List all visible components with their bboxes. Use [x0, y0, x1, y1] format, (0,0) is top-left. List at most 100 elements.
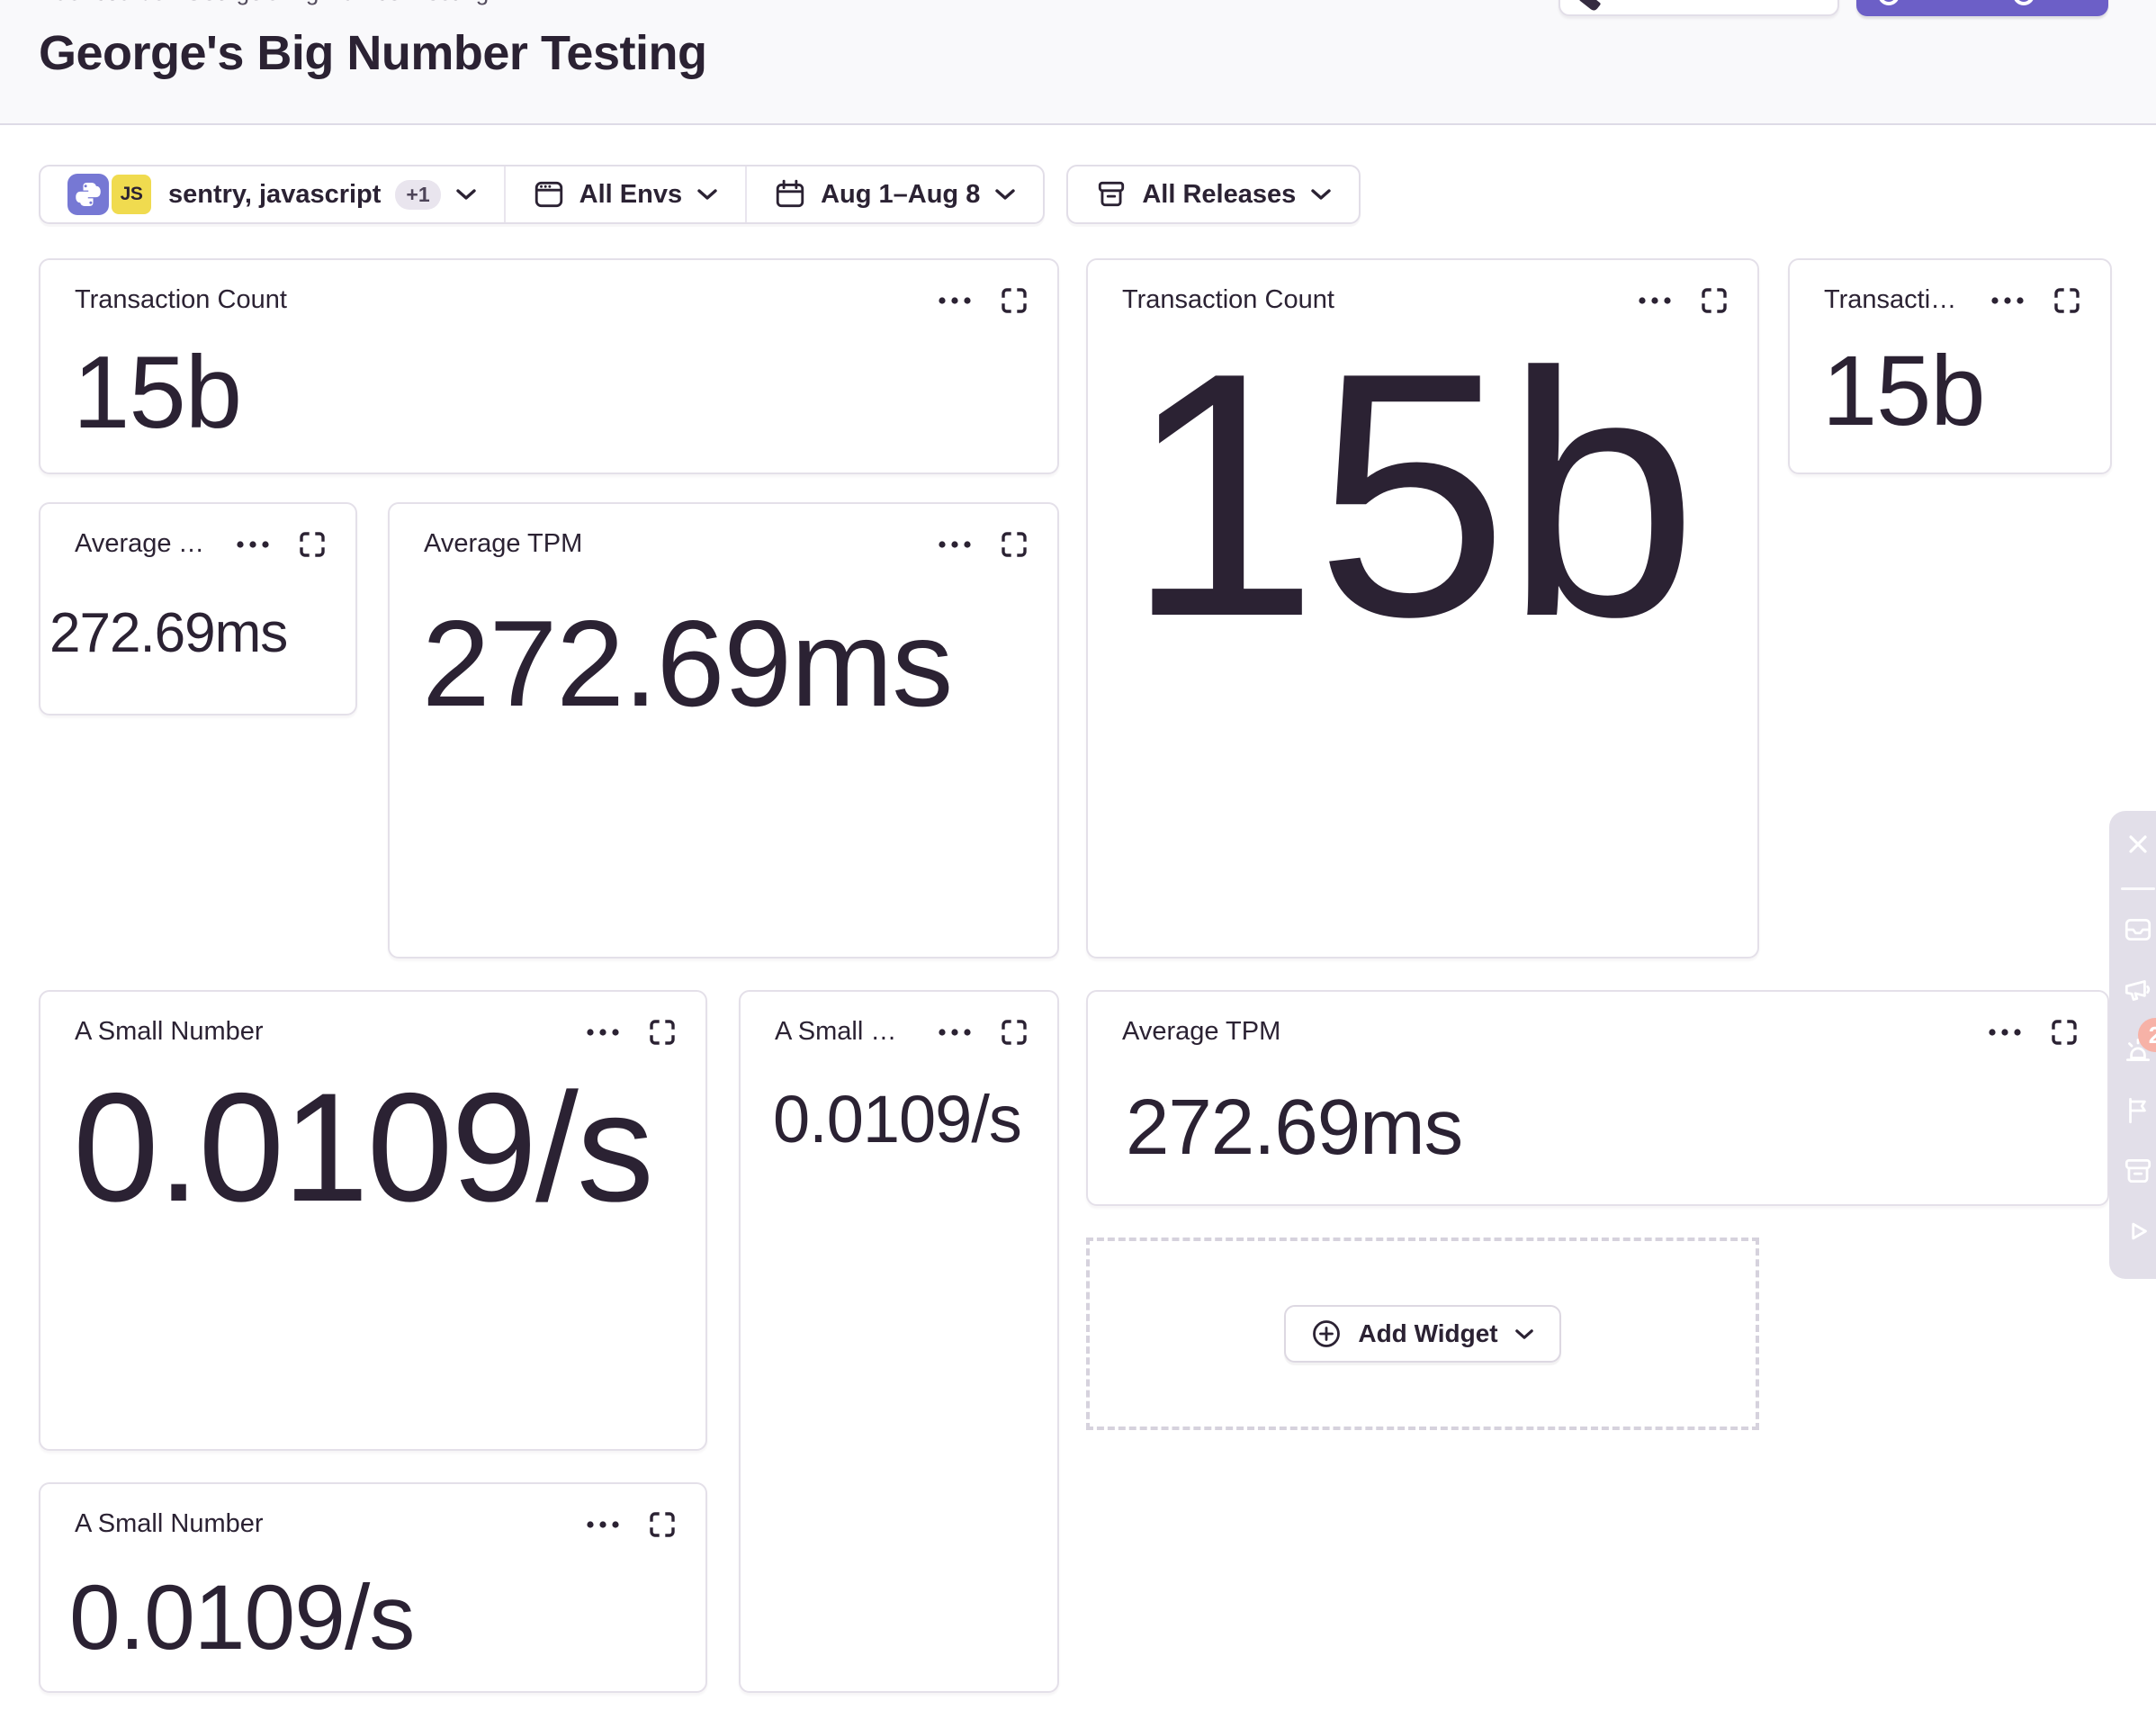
ellipsis-icon	[585, 1028, 621, 1037]
feedback-button[interactable]	[2122, 1094, 2154, 1127]
widget-average-tpm: Average TPM 272.69ms	[388, 502, 1059, 958]
flag-icon	[2122, 1094, 2154, 1127]
expand-icon	[1000, 530, 1029, 559]
expand-icon	[2050, 1018, 2079, 1047]
widget-value: 0.0109/s	[40, 1070, 705, 1225]
play-icon	[2122, 1215, 2154, 1247]
button-glyph-icon	[1878, 0, 1900, 5]
environment-filter[interactable]: All Envs	[504, 166, 745, 222]
widget-small-number-tall: A Small Number 0.0109/s	[739, 990, 1059, 1693]
release-filter[interactable]: All Releases	[1066, 165, 1361, 224]
close-button[interactable]	[2123, 829, 2153, 860]
widget-title: Transaction Count	[75, 285, 912, 315]
releases-box-icon	[2122, 1155, 2154, 1187]
widget-title: A Small Number	[75, 1509, 560, 1539]
widget-value: 15b	[1790, 342, 2110, 441]
widget-expand-button[interactable]	[648, 1510, 677, 1539]
alerts-button[interactable]: 2	[2122, 1034, 2154, 1066]
widget-expand-button[interactable]	[1000, 286, 1029, 315]
filter-group: JS sentry, javascript +1 All Envs Aug 1–…	[39, 165, 1045, 224]
chevron-down-icon	[1514, 1328, 1534, 1340]
ellipsis-icon	[937, 540, 973, 549]
widget-expand-button[interactable]	[2050, 1018, 2079, 1047]
chevron-down-icon	[696, 188, 718, 201]
releases-button[interactable]	[2122, 1155, 2154, 1187]
expand-icon	[298, 530, 327, 559]
widget-expand-button[interactable]	[1000, 1018, 1029, 1047]
inbox-icon	[2122, 914, 2154, 946]
filter-bar: JS sentry, javascript +1 All Envs Aug 1–…	[39, 165, 1361, 224]
button-glyph-icon	[2013, 0, 2035, 5]
widget-expand-button[interactable]	[2053, 286, 2081, 315]
javascript-icon-label: JS	[121, 184, 143, 205]
expand-icon	[1000, 286, 1029, 315]
widget-value: 272.69ms	[40, 606, 355, 662]
walkthrough-button[interactable]	[2122, 1215, 2154, 1247]
expand-icon	[2053, 286, 2081, 315]
window-icon	[533, 178, 565, 211]
widget-header: Average TPM	[1088, 992, 2107, 1047]
project-overflow-badge: +1	[395, 180, 440, 210]
date-range-filter-label: Aug 1–Aug 8	[821, 180, 980, 210]
chevron-down-icon	[455, 188, 477, 201]
widget-expand-button[interactable]	[1700, 286, 1729, 315]
close-icon	[2123, 829, 2153, 860]
widget-title: Average TPM	[75, 529, 210, 559]
widget-small-number-bottom: A Small Number 0.0109/s	[39, 1482, 707, 1693]
floating-help-sidebar: 2	[2109, 811, 2156, 1279]
widget-menu-button[interactable]	[937, 1028, 973, 1037]
project-filter-label: sentry, javascript	[168, 180, 381, 210]
breadcrumb: Dashboards / George's Big Number Testing	[39, 0, 489, 6]
widget-expand-button[interactable]	[298, 530, 327, 559]
top-button-secondary[interactable]	[1559, 0, 1839, 16]
widget-value: 15b	[1088, 321, 1757, 669]
widget-menu-button[interactable]	[235, 540, 271, 549]
widget-value: 272.69ms	[390, 602, 1057, 724]
ellipsis-icon	[235, 540, 271, 549]
widget-menu-button[interactable]	[585, 1028, 621, 1037]
widget-menu-button[interactable]	[1987, 1028, 2023, 1037]
widget-menu-button[interactable]	[1990, 296, 2026, 305]
whats-new-button[interactable]	[2122, 974, 2154, 1006]
ellipsis-icon	[585, 1520, 621, 1529]
ellipsis-icon	[1990, 296, 2026, 305]
add-widget-button[interactable]: Add Widget	[1284, 1305, 1560, 1363]
widget-expand-button[interactable]	[1000, 530, 1029, 559]
widget-menu-button[interactable]	[585, 1520, 621, 1529]
release-filter-label: All Releases	[1142, 180, 1296, 210]
widget-menu-button[interactable]	[937, 296, 973, 305]
javascript-icon: JS	[109, 172, 154, 217]
widget-header: Average TPM	[390, 504, 1057, 559]
add-widget-label: Add Widget	[1358, 1319, 1497, 1348]
pencil-icon	[1579, 0, 1602, 13]
widget-menu-button[interactable]	[937, 540, 973, 549]
widget-transaction-count-wide: Transaction Count 15b	[39, 258, 1059, 474]
date-range-filter[interactable]: Aug 1–Aug 8	[745, 166, 1043, 222]
widget-title: A Small Number	[775, 1017, 912, 1047]
widget-small-number: A Small Number 0.0109/s	[39, 990, 707, 1451]
ellipsis-icon	[937, 296, 973, 305]
add-widget-dropzone: Add Widget	[1086, 1238, 1759, 1430]
ellipsis-icon	[937, 1028, 973, 1037]
top-button-primary[interactable]	[1856, 0, 2108, 16]
inbox-button[interactable]	[2122, 914, 2154, 946]
widget-transaction-count-compact: Transaction Count 15b	[1788, 258, 2112, 474]
widget-expand-button[interactable]	[648, 1018, 677, 1047]
dashboard-page: Dashboards / George's Big Number Testing…	[0, 0, 2156, 1728]
widget-value: 0.0109/s	[741, 1086, 1057, 1153]
project-filter[interactable]: JS sentry, javascript +1	[40, 166, 504, 222]
widget-value: 0.0109/s	[40, 1571, 705, 1663]
ellipsis-icon	[1987, 1028, 2023, 1037]
widget-title: Average TPM	[424, 529, 912, 559]
widget-header: Transaction Count	[1790, 260, 2110, 315]
widget-value: 15b	[40, 342, 1057, 445]
widget-transaction-count-big: Transaction Count 15b	[1086, 258, 1759, 958]
widget-header: Average TPM	[40, 504, 355, 559]
releases-box-icon	[1095, 178, 1127, 211]
page-title: George's Big Number Testing	[39, 25, 706, 81]
widget-header: Transaction Count	[40, 260, 1057, 315]
widget-title: Transaction Count	[1824, 285, 1964, 315]
expand-icon	[648, 1018, 677, 1047]
environment-filter-label: All Envs	[579, 180, 682, 210]
widget-title: A Small Number	[75, 1017, 560, 1047]
